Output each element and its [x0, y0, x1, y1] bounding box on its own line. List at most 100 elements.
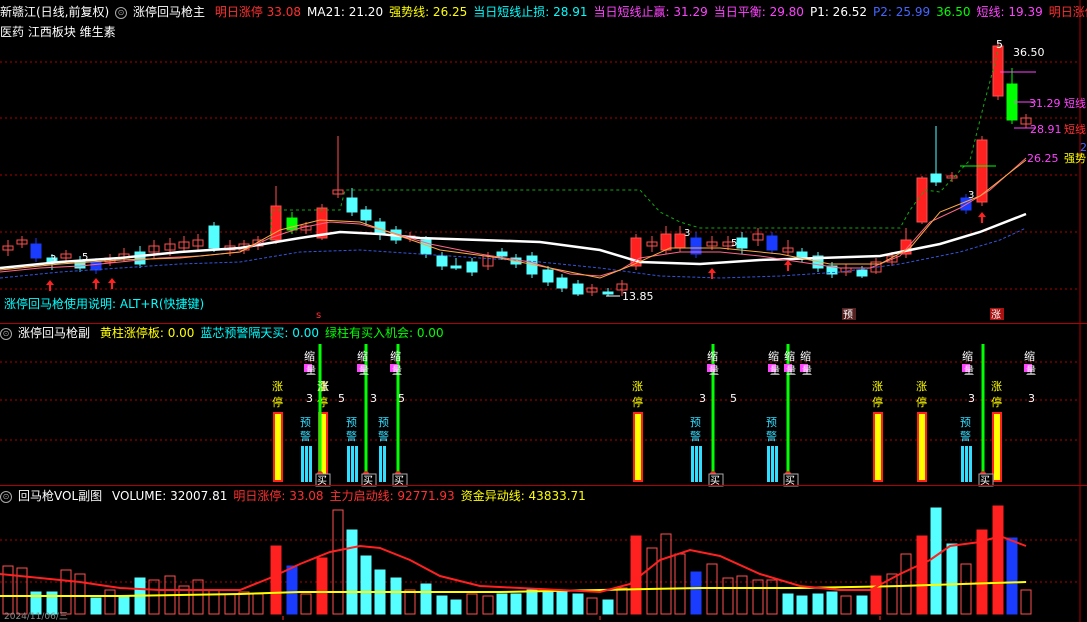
suo-char: 缩 — [390, 350, 401, 363]
yu-char: 预 — [766, 416, 777, 429]
candle-body — [360, 209, 372, 221]
volume-bar — [360, 555, 372, 615]
count-digit: 5 — [338, 392, 345, 405]
short-stop-tag: 短线 — [1064, 122, 1086, 136]
volume-bar — [674, 553, 686, 615]
sub1-field: 绿柱有买入机会: 0.00 — [325, 326, 444, 340]
buy-arrow-icon — [108, 278, 116, 289]
suo-char: 缩 — [304, 350, 315, 363]
candle-body — [90, 261, 102, 271]
candle-body — [466, 261, 478, 273]
warning-bar — [699, 446, 702, 482]
buy-arrow-icon — [978, 212, 986, 223]
warning-bar — [301, 446, 304, 482]
suo-char: 缩 — [800, 350, 811, 363]
main-field: 当日平衡: 29.80 — [713, 5, 804, 19]
suo-char: 缩 — [962, 350, 973, 363]
s-tag: s — [316, 310, 321, 321]
candle-body — [602, 291, 614, 295]
yu-char: 预 — [300, 416, 311, 429]
buy-arrow-icon — [92, 278, 100, 289]
volume-bar — [856, 595, 868, 615]
top-mark: 5 — [996, 38, 1003, 51]
candle-body — [916, 177, 928, 223]
short-win-tag: 短线 — [1064, 96, 1086, 110]
warning-bar — [969, 446, 972, 482]
main-field: P2: 25.99 — [873, 5, 931, 19]
panel-divider — [0, 485, 1087, 486]
volume-bar — [602, 599, 614, 615]
yu-char: 预 — [378, 416, 389, 429]
suo-char: 缩 — [768, 350, 779, 363]
main-field: 强势线: 26.25 — [389, 5, 468, 19]
count-digit: 3 — [306, 392, 313, 405]
volume-bar — [796, 595, 808, 615]
sub2-fields: VOLUME: 32007.81 明日涨停: 33.08 主力启动线: 92771.… — [112, 489, 592, 503]
warning-bar — [771, 446, 774, 482]
warning-bar — [379, 446, 382, 482]
jing-char: 警 — [378, 429, 389, 443]
candle-body — [30, 243, 42, 259]
jing-char: 警 — [300, 429, 311, 443]
main-field: 明日涨停 33.08 — [214, 5, 302, 19]
settings-icon[interactable]: ⊙ — [0, 490, 12, 503]
volume-bar — [252, 593, 264, 615]
limit-up-bar-core — [635, 414, 641, 480]
sub1-indicator-name[interactable]: 涨停回马枪副 — [18, 326, 90, 340]
volume-bar — [390, 577, 402, 615]
ting-char: 停 — [872, 395, 883, 409]
strong-line — [269, 43, 1001, 241]
sub1-header: ⊙ 涨停回马枪副 黄柱涨停板: 0.00 蓝芯预警隔天买: 0.00 绿柱有买入机会:… — [0, 325, 456, 341]
volume-bar — [930, 507, 942, 615]
volume-bar — [192, 579, 204, 615]
suo-char: 缩 — [784, 350, 795, 363]
volume-bar — [118, 595, 130, 615]
warning-bar — [347, 446, 350, 482]
volume-bar — [616, 587, 628, 615]
volume-bar — [572, 593, 584, 615]
main-field: 当日短线止损: 28.91 — [473, 5, 588, 19]
usage-note[interactable]: 涨停回马枪使用说明: ALT+R(快捷键) — [4, 296, 204, 312]
candle-body — [208, 225, 220, 249]
volume-bar — [332, 509, 344, 615]
candle-body — [856, 269, 868, 277]
volume-bar — [404, 589, 416, 615]
sub2-indicator-name[interactable]: 回马枪VOL副图 — [18, 489, 102, 503]
suo-char: 缩 — [357, 350, 368, 363]
suo-char: 缩 — [707, 350, 718, 363]
volume-bar — [646, 547, 658, 615]
zhang-char: 涨 — [272, 380, 283, 393]
ting-char: 停 — [632, 395, 643, 409]
volume-bar — [466, 593, 478, 615]
candle-body — [436, 255, 448, 267]
volume-bar — [482, 595, 494, 615]
volume-bar — [840, 595, 852, 615]
ting-char: 停 — [916, 395, 927, 409]
liang-char: 量 — [786, 365, 796, 377]
settings-icon[interactable]: ⊙ — [115, 6, 128, 19]
sub2-field: 明日涨停: 33.08 — [233, 489, 324, 503]
low-label: 13.85 — [622, 290, 654, 303]
volume-bar — [496, 593, 508, 615]
count-digit: 3 — [370, 392, 377, 405]
candle-body — [796, 251, 808, 259]
right-edge-value: 2 — [1080, 141, 1087, 154]
volume-bar — [510, 593, 522, 615]
date-label: 2024/11/06/三 — [4, 612, 68, 622]
candle-body — [736, 237, 748, 249]
volume-bar — [316, 557, 328, 615]
suo-char: 缩 — [1024, 350, 1035, 363]
candle-body — [660, 233, 672, 251]
main-indicator-name[interactable]: 涨停回马枪主 — [133, 5, 205, 19]
stock-title[interactable]: 新赣江(日线,前复权) — [0, 5, 109, 19]
sub2-header: ⊙ 回马枪VOL副图 VOLUME: 32007.81 明日涨停: 33.08 主力启… — [0, 488, 598, 504]
ting-char: 停 — [991, 395, 1002, 409]
settings-icon[interactable]: ⊙ — [0, 327, 12, 340]
liang-char: 量 — [1026, 365, 1036, 377]
liang-char: 量 — [964, 365, 974, 377]
volume-bar — [542, 591, 554, 615]
volume-bar — [60, 569, 72, 615]
candle-body — [450, 265, 462, 269]
volume-bar — [148, 579, 160, 615]
warning-bar — [691, 446, 694, 482]
